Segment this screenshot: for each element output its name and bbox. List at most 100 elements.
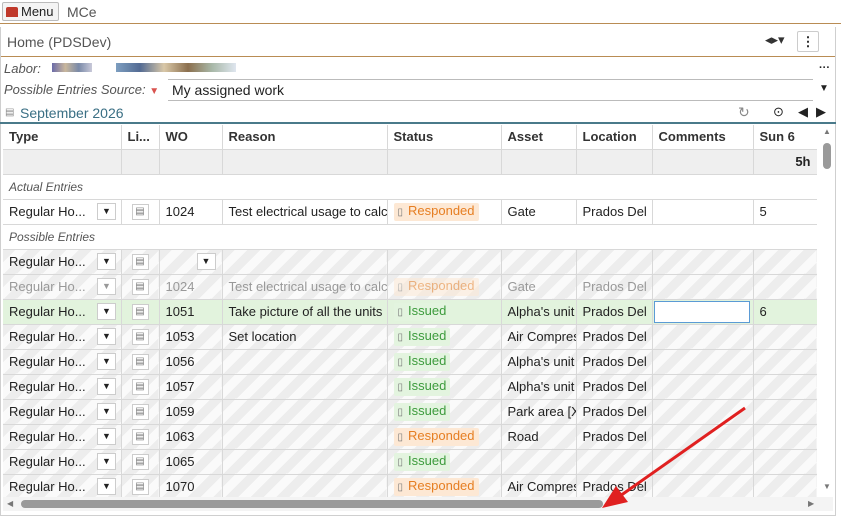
comments-cell[interactable]: [652, 249, 754, 275]
hours-cell[interactable]: [753, 349, 817, 375]
line-cell[interactable]: ▤: [121, 374, 160, 400]
prev-arrow-icon[interactable]: ◀: [798, 104, 808, 120]
panel-header: Home (PDSDev) ◂▸▾ ⋮: [1, 27, 835, 57]
hours-cell[interactable]: [753, 374, 817, 400]
comments-editor[interactable]: [653, 300, 750, 323]
hours-cell[interactable]: 5: [753, 199, 817, 225]
type-cell[interactable]: Regular Ho... ▼: [3, 474, 122, 497]
comments-cell[interactable]: [652, 299, 754, 325]
type-cell[interactable]: Regular Ho... ▼: [3, 424, 122, 450]
dropdown-icon[interactable]: ▼: [97, 378, 116, 396]
scroll-up-icon[interactable]: ▲: [823, 127, 831, 136]
menu-button[interactable]: Menu: [2, 2, 59, 21]
kebab-icon[interactable]: ⋮: [797, 31, 819, 52]
dropdown-icon[interactable]: ▼: [97, 278, 116, 296]
source-dropdown-icon[interactable]: ▼: [819, 83, 829, 94]
table-row[interactable]: Regular Ho... ▼ ▤ 1053 Set location ▯ Issued Ai…: [3, 324, 817, 350]
table-row[interactable]: Regular Ho... ▼ ▤ 1056 ▯ Issued Alpha's unit Pr…: [3, 349, 817, 375]
hours-cell[interactable]: 6: [753, 299, 817, 325]
col-type[interactable]: Type: [3, 125, 122, 150]
note-icon[interactable]: ▤: [131, 303, 149, 320]
hours-cell[interactable]: [753, 424, 817, 450]
dropdown-icon[interactable]: ▼: [97, 253, 116, 271]
col-comments[interactable]: Comments: [652, 125, 754, 150]
comments-cell[interactable]: [652, 274, 754, 300]
line-cell[interactable]: ▤: [121, 324, 160, 350]
line-cell[interactable]: ▤: [121, 274, 160, 300]
split-view-icon[interactable]: ◂▸▾: [765, 32, 785, 48]
dropdown-icon[interactable]: ▼: [97, 403, 116, 421]
comments-cell[interactable]: [652, 324, 754, 350]
line-cell[interactable]: ▤: [121, 299, 160, 325]
scroll-left-icon[interactable]: ◀: [7, 499, 13, 508]
note-icon[interactable]: ▤: [131, 453, 149, 470]
hours-cell[interactable]: [753, 274, 817, 300]
hours-cell[interactable]: [753, 449, 817, 475]
note-icon[interactable]: ▤: [131, 253, 149, 270]
table-row[interactable]: Regular Ho... ▼ ▤ 1024 Test electrical usage…: [3, 199, 817, 225]
hours-cell[interactable]: [753, 249, 817, 275]
line-cell[interactable]: ▤: [121, 399, 160, 425]
type-cell[interactable]: Regular Ho... ▼: [3, 299, 122, 325]
line-cell[interactable]: ▤: [121, 249, 160, 275]
hscroll-thumb[interactable]: [21, 500, 603, 508]
labor-more-icon[interactable]: ···: [819, 62, 830, 74]
table-row[interactable]: Regular Ho... ▼ ▤ 1024 Test electrical usage…: [3, 274, 817, 300]
note-icon[interactable]: ▤: [131, 278, 149, 295]
note-icon[interactable]: ▤: [131, 478, 149, 495]
note-icon[interactable]: ▤: [131, 328, 149, 345]
col-location[interactable]: Location: [576, 125, 653, 150]
refresh-icon[interactable]: ↻: [738, 104, 750, 121]
scroll-right-icon[interactable]: ▶: [808, 499, 814, 508]
line-cell[interactable]: ▤: [121, 424, 160, 450]
scroll-down-icon[interactable]: ▼: [823, 482, 831, 491]
note-icon[interactable]: ▤: [131, 428, 149, 445]
dropdown-icon[interactable]: ▼: [97, 478, 116, 496]
col-asset[interactable]: Asset: [501, 125, 577, 150]
dropdown-icon[interactable]: ▼: [97, 353, 116, 371]
col-wo[interactable]: WO: [159, 125, 223, 150]
table-row[interactable]: Regular Ho... ▼ ▤ ▼: [3, 249, 817, 275]
col-day[interactable]: Sun 6: [753, 125, 817, 150]
col-reason[interactable]: Reason: [222, 125, 388, 150]
possible-section-row: Possible Entries: [3, 224, 817, 250]
table-row[interactable]: Regular Ho... ▼ ▤ 1051 Take picture of all t…: [3, 299, 817, 325]
dropdown-icon[interactable]: ▼: [97, 428, 116, 446]
type-cell[interactable]: Regular Ho... ▼: [3, 349, 122, 375]
vertical-scrollbar[interactable]: ▲ ▼: [820, 125, 834, 497]
table-row[interactable]: Regular Ho... ▼ ▤ 1057 ▯ Issued Alpha's unit Pr…: [3, 374, 817, 400]
comments-cell[interactable]: [652, 374, 754, 400]
type-cell[interactable]: Regular Ho... ▼: [3, 399, 122, 425]
source-value[interactable]: My assigned work: [172, 82, 284, 98]
line-cell[interactable]: ▤: [121, 199, 160, 225]
dropdown-icon[interactable]: ▼: [97, 328, 116, 346]
line-cell[interactable]: ▤: [121, 474, 160, 497]
hours-cell[interactable]: [753, 399, 817, 425]
type-cell[interactable]: Regular Ho... ▼: [3, 199, 122, 225]
type-cell[interactable]: Regular Ho... ▼: [3, 249, 122, 275]
dropdown-icon[interactable]: ▼: [97, 453, 116, 471]
type-cell[interactable]: Regular Ho... ▼: [3, 274, 122, 300]
note-icon[interactable]: ▤: [131, 353, 149, 370]
comments-cell[interactable]: [652, 349, 754, 375]
line-cell[interactable]: ▤: [121, 349, 160, 375]
note-icon[interactable]: ▤: [131, 403, 149, 420]
col-line[interactable]: Li...: [121, 125, 160, 150]
dropdown-icon[interactable]: ▼: [97, 203, 116, 221]
next-arrow-icon[interactable]: ▶: [816, 104, 826, 120]
hours-cell[interactable]: [753, 474, 817, 497]
note-icon[interactable]: ▤: [131, 203, 149, 220]
type-cell[interactable]: Regular Ho... ▼: [3, 449, 122, 475]
type-cell[interactable]: Regular Ho... ▼: [3, 324, 122, 350]
comments-cell[interactable]: [652, 199, 754, 225]
note-icon[interactable]: ▤: [131, 378, 149, 395]
wo-cell[interactable]: ▼: [159, 249, 223, 275]
col-status[interactable]: Status: [387, 125, 502, 150]
hours-cell[interactable]: [753, 324, 817, 350]
vscroll-thumb[interactable]: [823, 143, 831, 169]
type-cell[interactable]: Regular Ho... ▼: [3, 374, 122, 400]
line-cell[interactable]: ▤: [121, 449, 160, 475]
dropdown-icon[interactable]: ▼: [97, 303, 116, 321]
location-icon[interactable]: ⊙: [773, 104, 784, 120]
dropdown-icon[interactable]: ▼: [196, 253, 216, 271]
